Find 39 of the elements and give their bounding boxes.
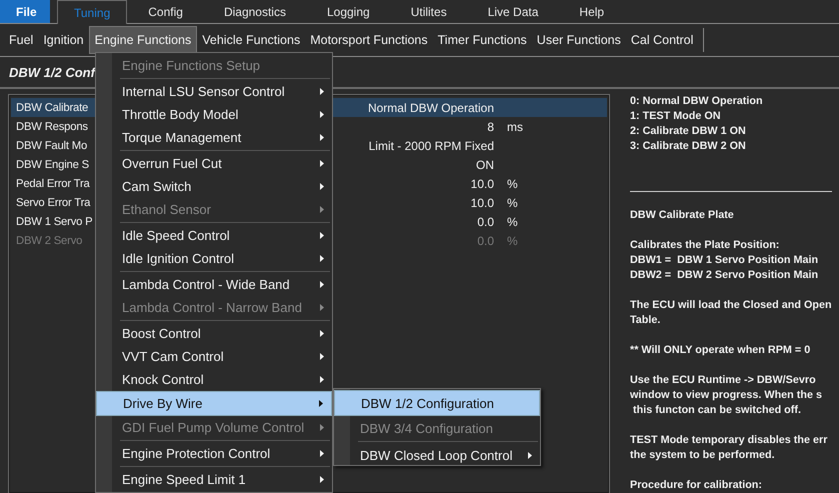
setting-value: Normal DBW Operation	[368, 100, 494, 114]
option-text: 1: TEST Mode ON	[630, 109, 722, 124]
setting-name: DBW Respons	[15, 120, 89, 132]
help-text: DBW2 = DBW 2 Servo Position Main	[630, 268, 820, 283]
setting-value: Limit - 2000 RPM Fixed	[368, 138, 494, 152]
setting-name: DBW Engine S	[15, 158, 90, 170]
help-text: window to view progress. When the s	[630, 388, 823, 403]
help-text: Calibrates the Plate Position:	[630, 238, 780, 253]
setting-unit: %	[506, 214, 518, 228]
help-text: The ECU will load the Closed and Open	[630, 298, 832, 313]
setting-name: DBW Fault Mo	[15, 140, 88, 152]
help-text: DBW Calibrate Plate	[630, 208, 735, 223]
setting-value: 10.0	[470, 176, 494, 190]
help-text: TEST Mode temporary disables the err	[630, 433, 828, 448]
setting-value: 0.0	[477, 234, 494, 248]
help-text: ** Will ONLY operate when RPM = 0	[630, 343, 812, 358]
help-text: Procedure for calibration:	[630, 478, 763, 493]
setting-value: 10.0	[470, 196, 494, 210]
help-text: the system to be performed.	[630, 448, 776, 463]
setting-name: DBW 2 Servo	[15, 234, 84, 246]
setting-name: DBW 1 Servo P	[15, 216, 94, 228]
setting-value: ON	[476, 158, 494, 172]
setting-unit: ms	[506, 120, 523, 134]
option-text: 3: Calibrate DBW 2 ON	[630, 139, 747, 154]
setting-name: Pedal Error Tra	[15, 178, 91, 190]
help-text: Use the ECU Runtime -> DBW/Sevro	[630, 373, 817, 388]
option-text: 2: Calibrate DBW 1 ON	[630, 124, 747, 139]
setting-value: 8	[487, 120, 494, 134]
setting-unit: %	[506, 234, 518, 248]
option-text: 0: Normal DBW Operation	[630, 94, 764, 109]
setting-name: DBW Calibrate	[15, 102, 90, 114]
setting-value: 0.0	[477, 214, 494, 228]
help-text: this functon can be switched off.	[632, 403, 802, 418]
setting-unit: %	[506, 196, 518, 210]
help-text: Table.	[630, 313, 662, 328]
setting-name: Servo Error Tra	[15, 196, 92, 208]
setting-unit: %	[506, 176, 518, 190]
page-title: DBW 1/2 Conf	[9, 64, 95, 80]
help-text: DBW1 = DBW 1 Servo Position Main	[630, 253, 820, 268]
